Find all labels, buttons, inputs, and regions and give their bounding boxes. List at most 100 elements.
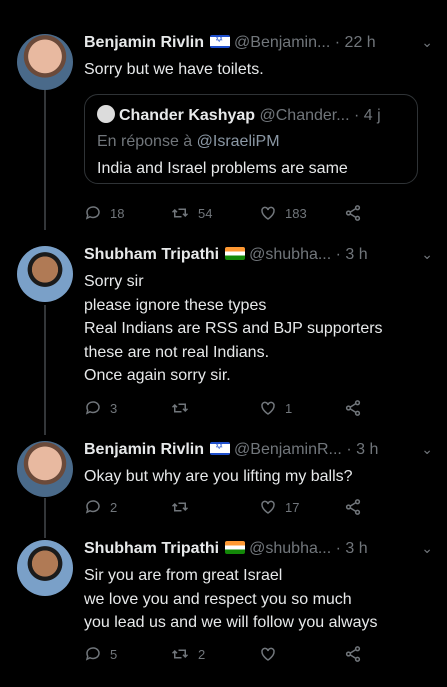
tweet-line: we love you and respect you so much	[84, 590, 352, 608]
heart-icon	[261, 401, 275, 415]
retweet-count: 54	[198, 205, 213, 221]
retweet-icon	[171, 649, 189, 659]
tweet-header: Benjamin Rivlin @Benjamin... · 22 h ⌄	[84, 34, 437, 56]
share-button[interactable]	[344, 498, 362, 516]
avatar[interactable]	[17, 540, 73, 596]
tweet-line: these are not real Indians.	[84, 343, 270, 361]
quoted-tweet[interactable]: Chander Kashyap @Chander... · 4 j En rép…	[84, 94, 418, 184]
share-icon	[345, 205, 361, 221]
share-icon	[345, 400, 361, 416]
israel-flag-icon	[210, 441, 231, 455]
tweet[interactable]: Benjamin Rivlin @Benjamin... · 22 h ⌄ Sor…	[0, 34, 447, 224]
quote-timestamp: · 4 j	[354, 107, 381, 124]
handle[interactable]: @BenjaminR...	[234, 441, 342, 458]
reply-icon	[85, 401, 100, 415]
israel-flag-icon	[210, 34, 231, 48]
like-button[interactable]: 183	[259, 204, 307, 222]
tweet-line: Okay but why are you lifting my balls?	[84, 468, 353, 485]
tweet-actions: 2 17	[84, 498, 384, 518]
tweet[interactable]: Shubham Tripathi @shubha... · 3 h ⌄ Sorry…	[0, 246, 447, 421]
reply-button[interactable]: 3	[84, 399, 117, 417]
tweet-line: Real Indians are RSS and BJP supporters	[84, 320, 383, 337]
share-button[interactable]	[344, 645, 362, 663]
share-button[interactable]	[344, 399, 362, 417]
tweet-line: Sorry but we have toilets.	[84, 61, 264, 78]
heart-icon	[261, 206, 275, 220]
tweet-header: Shubham Tripathi @shubha... · 3 h ⌄	[84, 540, 437, 562]
avatar[interactable]	[17, 441, 73, 497]
like-button[interactable]	[259, 645, 285, 663]
tweet-text: Okay but why are you lifting my balls?	[84, 465, 427, 489]
tweet-text: Sorry but we have toilets.	[84, 58, 427, 82]
chevron-down-icon[interactable]: ⌄	[421, 246, 433, 263]
timestamp[interactable]: · 3 h	[346, 441, 378, 458]
tweet-line: you lead us and we will follow you alway…	[84, 614, 378, 631]
share-icon	[345, 499, 361, 515]
like-button[interactable]: 17	[259, 498, 299, 516]
share-button[interactable]	[344, 204, 362, 222]
reply-icon	[85, 206, 100, 220]
reply-button[interactable]: 2	[84, 498, 117, 516]
quote-handle: @Chander...	[259, 107, 350, 124]
tweet-line: Sorry sir	[84, 273, 144, 290]
avatar[interactable]	[17, 34, 73, 90]
reply-count: 2	[110, 499, 118, 515]
retweet-button[interactable]: 2	[170, 645, 205, 663]
retweet-icon	[171, 502, 189, 512]
like-count: 1	[285, 400, 293, 416]
retweet-icon	[171, 403, 189, 413]
retweet-icon	[171, 208, 189, 218]
chevron-down-icon[interactable]: ⌄	[421, 34, 433, 51]
reply-icon	[85, 500, 100, 514]
timestamp[interactable]: · 3 h	[336, 246, 368, 263]
tweet-actions: 18 54 183	[84, 204, 384, 224]
retweet-button[interactable]	[170, 498, 198, 516]
handle[interactable]: @shubha...	[249, 540, 331, 557]
tweet-actions: 5 2	[84, 645, 384, 665]
retweet-button[interactable]: 54	[170, 204, 212, 222]
reply-button[interactable]: 5	[84, 645, 117, 663]
heart-icon	[261, 500, 275, 514]
india-flag-icon	[225, 541, 246, 554]
retweet-count: 2	[198, 646, 206, 662]
reply-context: En réponse à @IsraeliPM	[97, 133, 280, 151]
tweet-line: Once again sorry sir.	[84, 367, 231, 384]
like-count: 183	[285, 205, 307, 221]
timestamp[interactable]: · 3 h	[336, 540, 368, 557]
like-button[interactable]: 1	[259, 399, 292, 417]
reply-count: 18	[110, 205, 125, 221]
handle[interactable]: @Benjamin...	[234, 34, 330, 51]
heart-icon	[261, 647, 275, 661]
tweet[interactable]: Benjamin Rivlin @BenjaminR... · 3 h ⌄ Oka…	[0, 441, 447, 521]
reply-count: 5	[110, 646, 118, 662]
tweet-text: Sorry sir please ignore these types Real…	[84, 270, 427, 388]
reply-button[interactable]: 18	[84, 204, 124, 222]
chevron-down-icon[interactable]: ⌄	[421, 540, 433, 557]
display-name[interactable]: Shubham Tripathi	[84, 540, 219, 557]
retweet-button[interactable]	[170, 399, 198, 417]
tweet-line: please ignore these types	[84, 296, 267, 314]
timestamp[interactable]: · 22 h	[335, 34, 376, 51]
reply-count: 3	[110, 400, 118, 416]
tweet-line: Sir you are from great Israel	[84, 567, 283, 584]
tweet[interactable]: Shubham Tripathi @shubha... · 3 h ⌄ Sir y…	[0, 540, 447, 670]
reply-icon	[85, 647, 100, 661]
india-flag-icon	[225, 247, 246, 260]
tweet-header: Benjamin Rivlin @BenjaminR... · 3 h ⌄	[84, 441, 437, 463]
tweet-header: Shubham Tripathi @shubha... · 3 h ⌄	[84, 246, 437, 268]
handle[interactable]: @shubha...	[249, 246, 331, 263]
display-name[interactable]: Benjamin Rivlin	[84, 441, 204, 458]
tweet-text: Sir you are from great Israel we love yo…	[84, 564, 427, 635]
quote-display-name: Chander Kashyap	[119, 107, 256, 124]
avatar[interactable]	[17, 246, 73, 302]
reply-to-handle[interactable]: @IsraeliPM	[197, 133, 280, 150]
quote-header: Chander Kashyap @Chander... · 4 j	[97, 105, 381, 125]
chevron-down-icon[interactable]: ⌄	[421, 441, 433, 458]
display-name[interactable]: Shubham Tripathi	[84, 246, 219, 263]
like-count: 17	[285, 499, 300, 515]
quote-avatar	[97, 105, 115, 123]
display-name[interactable]: Benjamin Rivlin	[84, 34, 204, 51]
quote-text: India and Israel problems are same	[97, 160, 348, 177]
share-icon	[345, 646, 361, 662]
tweet-actions: 3 1	[84, 399, 384, 419]
